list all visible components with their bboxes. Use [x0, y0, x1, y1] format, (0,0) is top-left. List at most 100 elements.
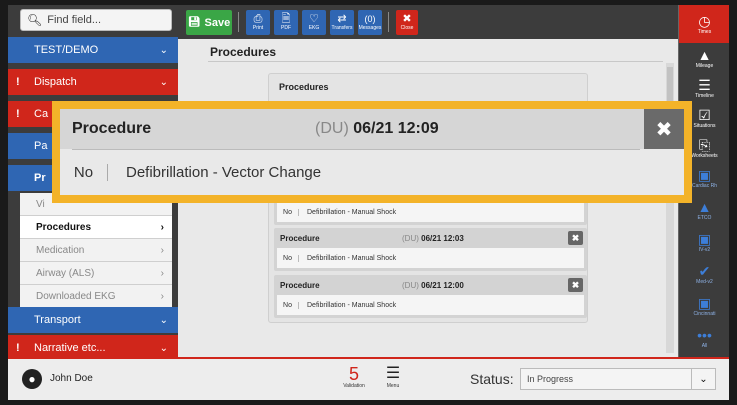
- alert-icon: !: [16, 108, 20, 120]
- sidebar-subitem-label: Vi: [36, 198, 45, 210]
- sidebar-subitem-procedures[interactable]: Procedures ›: [20, 216, 172, 239]
- print-button[interactable]: ⎙ Print: [246, 10, 270, 35]
- status-value: In Progress: [527, 374, 574, 384]
- checklist-icon: ☑: [698, 106, 711, 123]
- procedure-card-title: Procedure: [280, 233, 320, 243]
- chevron-down-icon: ⌄: [691, 369, 715, 389]
- save-button[interactable]: 💾︎ Save: [186, 10, 232, 35]
- chevron-right-icon: ›: [160, 267, 164, 279]
- rail-item-times[interactable]: ◷ Times: [679, 5, 729, 43]
- print-label: Print: [252, 25, 264, 31]
- du-tag: (DU): [402, 233, 419, 243]
- procedure-card[interactable]: Procedure (DU) 06/21 12:03 ✖ No Defibril…: [274, 228, 587, 271]
- sidebar-section-label: Dispatch: [34, 76, 77, 88]
- sidebar-subitem-medication[interactable]: Medication ›: [20, 239, 172, 262]
- search-input[interactable]: 🔍︎ Find field...: [20, 9, 172, 31]
- rail-item-med-v2[interactable]: ✔ Med-v2: [679, 259, 729, 289]
- messages-button[interactable]: (0) Messages: [358, 10, 382, 35]
- zoomed-card-header: Procedure (DU) 06/21 12:09 ✖: [60, 109, 684, 149]
- ekg-label: EKG: [308, 25, 320, 31]
- rail-item-cincinnati[interactable]: ▣ Cincinnati: [679, 291, 729, 321]
- app-window: 🔍︎ Find field... TEST/DEMO ⌄ ! Dispatch …: [8, 5, 729, 400]
- rail-item-mileage[interactable]: ▲ Mileage: [679, 43, 729, 73]
- sidebar-subitem-label: Airway (ALS): [36, 267, 95, 279]
- procedure-description: Defibrillation - Manual Shock: [307, 208, 397, 216]
- page-title: Procedures: [210, 45, 277, 59]
- chevron-right-icon: ›: [160, 244, 164, 256]
- procedure-card-title: Procedure: [280, 280, 320, 290]
- toolbar: 💾︎ Save ⎙ Print 🗎︎ PDF ♡ EKG ⇄ Transfers…: [178, 5, 678, 39]
- transfers-button[interactable]: ⇄ Transfers: [330, 10, 354, 35]
- procedure-card-datetime: (DU) 06/21 12:03: [402, 234, 464, 243]
- rail-label: Mileage: [695, 62, 714, 69]
- ekg-button[interactable]: ♡ EKG: [302, 10, 326, 35]
- procedure-description: Defibrillation - Manual Shock: [307, 301, 397, 309]
- sidebar-subitem-downloaded-ekg[interactable]: Downloaded EKG ›: [20, 285, 172, 308]
- procedure-card-header: Procedure (DU) 06/21 12:03 ✖: [274, 228, 587, 248]
- print-icon: ⎙: [253, 13, 263, 25]
- delete-procedure-button[interactable]: ✖: [644, 109, 684, 149]
- alert-icon: !: [16, 76, 20, 88]
- chevron-right-icon: ›: [160, 290, 164, 302]
- rail-label: All: [701, 342, 708, 349]
- sidebar-section-label: TEST/DEMO: [34, 44, 99, 56]
- procedure-description: Defibrillation - Manual Shock: [307, 254, 397, 262]
- procedure-flag: No: [277, 208, 299, 216]
- zoomed-procedure-row: No Defibrillation - Vector Change: [68, 155, 676, 189]
- sliders-icon: ☰: [698, 76, 711, 93]
- datetime-value: 06/21 12:09: [353, 120, 439, 137]
- procedure-card[interactable]: Procedure (DU) 06/21 12:00 ✖ No Defibril…: [274, 275, 587, 318]
- title-divider: [208, 61, 663, 62]
- rail-label: ETCO: [697, 214, 712, 221]
- chevron-down-icon: ⌄: [159, 76, 168, 88]
- lungs-icon: ▲: [697, 198, 712, 215]
- pdf-button[interactable]: 🗎︎ PDF: [274, 10, 298, 35]
- sidebar-section-transport[interactable]: Transport ⌄: [8, 307, 178, 333]
- transfer-icon: ⇄: [337, 13, 347, 25]
- search-placeholder: Find field...: [47, 14, 102, 26]
- more-icon: •••: [697, 326, 712, 343]
- validation-label: Validation: [343, 383, 365, 389]
- close-icon: ✖: [402, 13, 412, 25]
- sidebar-subitem-label: Downloaded EKG: [36, 290, 116, 302]
- zoomed-procedure-highlight: Procedure (DU) 06/21 12:09 ✖ No Defibril…: [52, 101, 692, 203]
- datetime-value: 06/21 12:03: [421, 233, 464, 243]
- status-select[interactable]: In Progress ⌄: [520, 368, 716, 390]
- header-divider: [72, 149, 640, 150]
- sidebar-section-label: Narrative etc...: [34, 342, 106, 354]
- sidebar-subitem-airway[interactable]: Airway (ALS) ›: [20, 262, 172, 285]
- toolbar-divider: [238, 12, 239, 32]
- user-avatar-icon[interactable]: ●: [22, 369, 42, 389]
- delete-procedure-button[interactable]: ✖: [568, 231, 583, 245]
- menu-button[interactable]: ☰ Menu: [378, 365, 408, 389]
- procedure-row: No Defibrillation - Manual Shock: [277, 295, 584, 315]
- zoomed-card-datetime: (DU) 06/21 12:09: [315, 120, 439, 138]
- validation-count: 5: [348, 364, 359, 384]
- rail-item-all[interactable]: ••• All: [679, 323, 729, 353]
- bottom-bar: ● John Doe 5 Validation ☰ Menu Status: I…: [8, 357, 729, 400]
- close-label: Close: [400, 25, 414, 31]
- delete-procedure-button[interactable]: ✖: [568, 278, 583, 292]
- sidebar-section-label: Ca: [34, 108, 49, 120]
- sidebar-subitem-label: Medication: [36, 244, 85, 256]
- sidebar-section-dispatch[interactable]: ! Dispatch ⌄: [8, 69, 178, 95]
- road-icon: ▲: [697, 46, 712, 63]
- ekg-icon: ♡: [309, 13, 319, 25]
- sidebar-section-label: Pr: [34, 172, 46, 184]
- rail-item-iv-v2[interactable]: ▣ IV-v2: [679, 227, 729, 257]
- datetime-value: 06/21 12:00: [421, 280, 464, 290]
- messages-label: Messages: [358, 25, 382, 31]
- clock-icon: ◷: [698, 12, 711, 29]
- sidebar-section-test-demo[interactable]: TEST/DEMO ⌄: [8, 37, 178, 63]
- save-label: Save: [204, 16, 231, 29]
- syringe-icon: ✔: [698, 262, 711, 279]
- validation-button[interactable]: 5 Validation: [336, 365, 372, 389]
- transfers-label: Transfers: [331, 25, 353, 31]
- rail-item-timeline[interactable]: ☰ Timeline: [679, 73, 729, 103]
- du-tag: (DU): [315, 120, 349, 137]
- chevron-down-icon: ⌄: [159, 44, 168, 56]
- close-button[interactable]: ✖ Close: [396, 10, 418, 35]
- zoomed-procedure-card[interactable]: Procedure (DU) 06/21 12:09 ✖ No Defibril…: [60, 109, 684, 195]
- search-icon: 🔍︎: [27, 13, 43, 27]
- chevron-down-icon: ⌄: [159, 314, 168, 326]
